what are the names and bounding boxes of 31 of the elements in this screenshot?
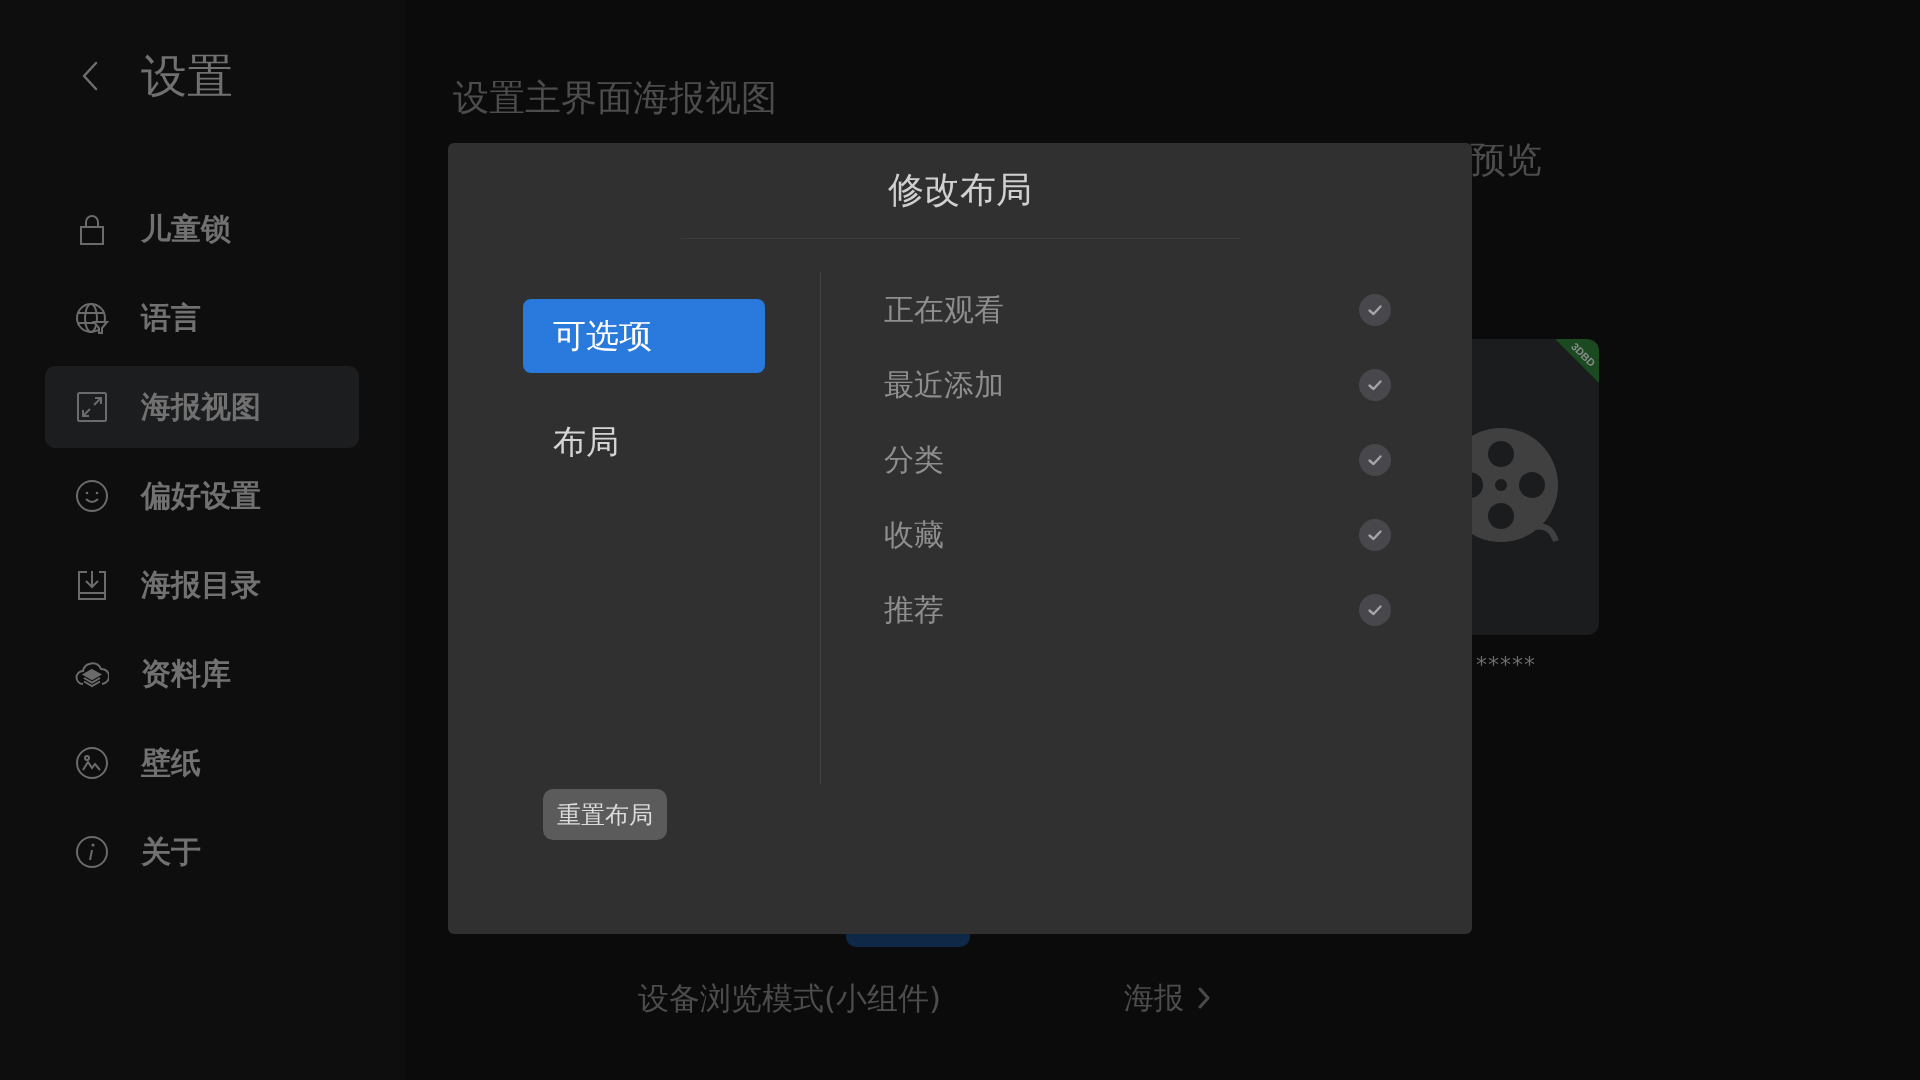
smiley-icon <box>75 479 109 513</box>
expand-icon <box>75 390 109 424</box>
reset-button[interactable]: 重置布局 <box>543 789 667 840</box>
rating-text: ***** <box>1476 651 1536 679</box>
globe-icon <box>75 301 109 335</box>
dialog-tab[interactable]: 布局 <box>523 405 765 479</box>
option-item[interactable]: 正在观看 <box>884 272 1391 347</box>
sidebar-item[interactable]: 海报视图 <box>45 366 359 448</box>
sidebar-item[interactable]: 资料库 <box>45 633 359 715</box>
dialog-tab[interactable]: 可选项 <box>523 299 765 373</box>
setting-label: 设备浏览模式(小组件) <box>638 979 943 1018</box>
chevron-right-icon <box>1198 987 1210 1009</box>
option-item[interactable]: 收藏 <box>884 497 1391 572</box>
sidebar-item[interactable]: 语言 <box>45 277 359 359</box>
preview-title: 预览 <box>1470 138 1542 182</box>
sidebar-item[interactable]: 壁纸 <box>45 722 359 804</box>
sidebar-item[interactable]: 偏好设置 <box>45 455 359 537</box>
section-title: 设置主界面海报视图 <box>453 77 777 118</box>
image-icon <box>75 746 109 780</box>
option-item[interactable]: 最近添加 <box>884 347 1391 422</box>
option-item[interactable]: 推荐 <box>884 572 1391 647</box>
sidebar-item[interactable]: 儿童锁 <box>45 188 359 270</box>
download-icon <box>75 568 109 602</box>
option-item[interactable]: 分类 <box>884 422 1391 497</box>
page-title: 设置 <box>141 48 233 104</box>
sidebar-item[interactable]: 海报目录 <box>45 544 359 626</box>
sidebar-item[interactable]: 关于 <box>45 811 359 893</box>
info-icon <box>75 835 109 869</box>
back-icon[interactable] <box>82 61 98 91</box>
dialog-title: 修改布局 <box>888 169 1032 210</box>
value-selector[interactable]: 海报 <box>1124 976 1210 1020</box>
